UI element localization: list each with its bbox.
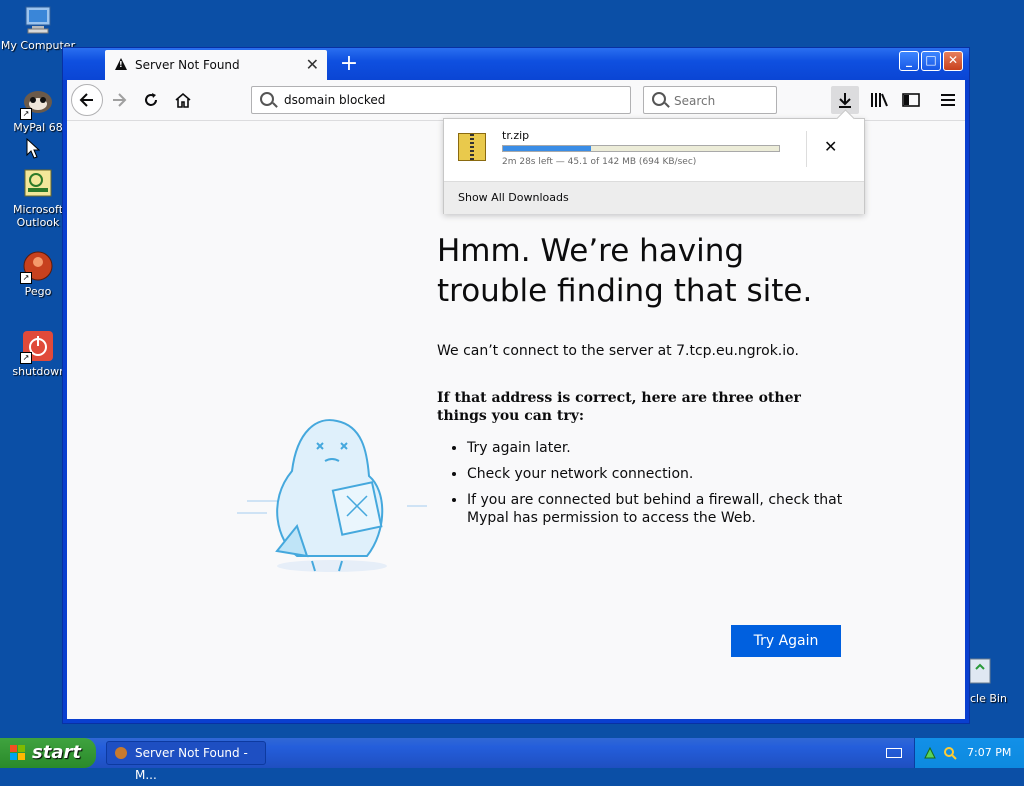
list-item: Check your network connection. xyxy=(467,465,847,483)
search-bar[interactable]: Search xyxy=(643,86,777,114)
home-icon xyxy=(175,92,191,108)
outlook-icon xyxy=(22,168,54,200)
maximize-button[interactable]: □ xyxy=(921,51,941,71)
mypal-icon xyxy=(115,747,127,759)
navigation-toolbar: dsomain blocked Search xyxy=(67,80,965,121)
home-button[interactable] xyxy=(169,86,197,114)
search-icon xyxy=(260,92,274,106)
tab-close-icon[interactable]: ✕ xyxy=(306,55,319,74)
sidebar-icon xyxy=(902,93,920,107)
try-again-button[interactable]: Try Again xyxy=(731,625,841,657)
new-tab-button[interactable]: + xyxy=(335,50,363,78)
taskbar: start Server Not Found - M... 7:07 PM xyxy=(0,738,1024,782)
shortcut-arrow-icon: ↗ xyxy=(20,352,32,364)
library-icon xyxy=(871,93,888,107)
list-item: Try again later. xyxy=(467,439,847,457)
menu-button[interactable] xyxy=(935,86,963,114)
suggestions-list: Try again later. Check your network conn… xyxy=(449,439,847,535)
back-arrow-icon xyxy=(79,93,93,107)
windows-logo-icon xyxy=(10,745,26,761)
computer-icon xyxy=(22,4,54,36)
search-tray-icon[interactable] xyxy=(943,746,957,760)
tab-title: Server Not Found xyxy=(135,58,240,72)
error-illustration xyxy=(237,381,427,581)
mypal-icon: ↗ xyxy=(20,86,54,120)
reload-icon xyxy=(145,93,157,106)
error-description: We can’t connect to the server at 7.tcp.… xyxy=(437,343,799,359)
download-arrow-icon xyxy=(839,93,851,108)
network-icon[interactable] xyxy=(923,746,937,760)
search-input[interactable]: Search xyxy=(674,94,715,108)
recycle-bin-icon xyxy=(969,658,991,684)
clock: 7:07 PM xyxy=(967,746,1012,759)
desktop-icon-label: cle Bin xyxy=(970,692,1007,705)
url-input[interactable]: dsomain blocked xyxy=(284,93,385,107)
show-all-downloads-label: Show All Downloads xyxy=(458,191,569,204)
minimize-button[interactable]: _ xyxy=(899,51,919,71)
shutdown-icon: ↗ xyxy=(20,330,54,364)
start-label: start xyxy=(32,742,81,763)
zip-file-icon xyxy=(458,133,486,161)
download-progress-bar xyxy=(502,145,780,152)
title-bar[interactable]: Server Not Found ✕ + _ □ ✕ xyxy=(63,48,969,80)
desktop-icon-my-computer[interactable]: My Computer xyxy=(0,4,76,52)
page-title: Hmm. We’re having trouble finding that s… xyxy=(437,233,813,309)
reload-button[interactable] xyxy=(137,86,165,114)
sidebar-button[interactable] xyxy=(897,86,925,114)
taskbar-item-label: Server Not Found - M... xyxy=(135,746,248,782)
pego-icon: ↗ xyxy=(20,250,54,284)
taskbar-item-browser[interactable]: Server Not Found - M... xyxy=(106,741,266,782)
mouse-cursor-icon xyxy=(26,138,40,159)
download-file-name: tr.zip xyxy=(502,129,530,142)
forward-button[interactable] xyxy=(105,86,133,114)
close-window-button[interactable]: ✕ xyxy=(943,51,963,71)
page-content: Hmm. We’re having trouble finding that s… xyxy=(67,118,965,719)
search-icon xyxy=(652,92,666,106)
download-status: 2m 28s left — 45.1 of 142 MB (694 KB/sec… xyxy=(502,157,697,167)
shortcut-arrow-icon: ↗ xyxy=(20,108,32,120)
start-button[interactable]: start xyxy=(0,738,96,768)
keyboard-icon[interactable] xyxy=(886,748,902,758)
divider xyxy=(806,131,807,167)
tab-server-not-found[interactable]: Server Not Found ✕ xyxy=(105,50,327,80)
hamburger-menu-icon xyxy=(941,94,955,106)
browser-window: Server Not Found ✕ + _ □ ✕ dsomain block… xyxy=(62,47,970,724)
downloads-panel: tr.zip 2m 28s left — 45.1 of 142 MB (694… xyxy=(443,118,865,214)
download-progress-fill xyxy=(503,146,592,151)
url-bar[interactable]: dsomain blocked xyxy=(251,86,631,114)
library-button[interactable] xyxy=(865,86,893,114)
suggestions-heading: If that address is correct, here are thr… xyxy=(437,390,801,424)
system-tray: 7:07 PM xyxy=(914,738,1024,768)
list-item: If you are connected but behind a firewa… xyxy=(467,491,847,527)
back-button[interactable] xyxy=(71,84,103,116)
forward-arrow-icon xyxy=(113,93,127,107)
cancel-download-button[interactable]: ✕ xyxy=(824,137,837,156)
download-item[interactable]: tr.zip 2m 28s left — 45.1 of 142 MB (694… xyxy=(444,119,864,181)
shortcut-arrow-icon: ↗ xyxy=(20,272,32,284)
show-all-downloads-button[interactable]: Show All Downloads xyxy=(444,181,864,214)
warning-icon xyxy=(115,58,127,70)
